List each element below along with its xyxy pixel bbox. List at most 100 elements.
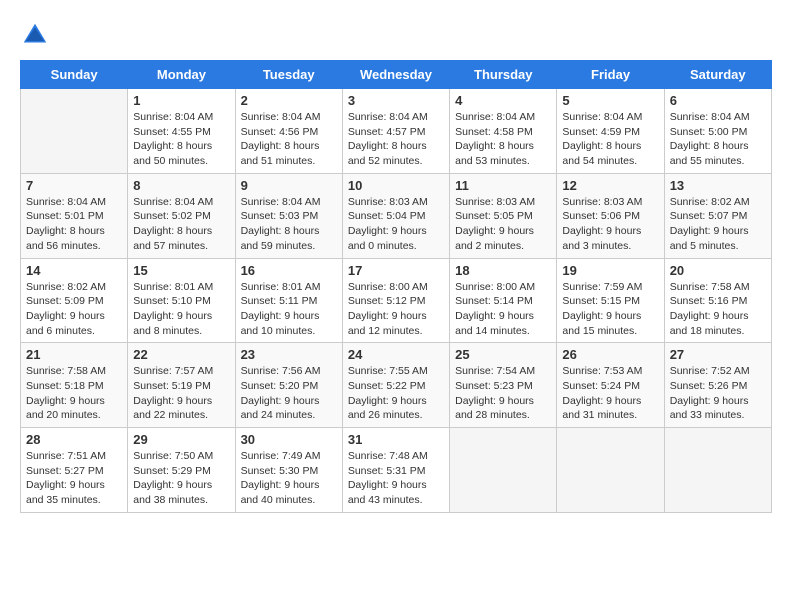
day-cell: 4 Sunrise: 8:04 AMSunset: 4:58 PMDaylight… [450, 89, 557, 174]
day-cell: 29 Sunrise: 7:50 AMSunset: 5:29 PMDayligh… [128, 428, 235, 513]
day-info: Sunrise: 8:01 AMSunset: 5:11 PMDaylight:… [241, 280, 337, 339]
day-cell: 18Sunrise: 8:00 AMSunset: 5:14 PMDayligh… [450, 258, 557, 343]
day-info: Sunrise: 8:03 AMSunset: 5:04 PMDaylight:… [348, 195, 444, 254]
day-number: 26 [562, 347, 658, 362]
day-cell: 20 Sunrise: 7:58 AMSunset: 5:16 PMDayligh… [664, 258, 771, 343]
day-info: Sunrise: 7:56 AMSunset: 5:20 PMDaylight:… [241, 364, 337, 423]
day-info: Sunrise: 7:53 AMSunset: 5:24 PMDaylight:… [562, 364, 658, 423]
day-number: 24 [348, 347, 444, 362]
header-tuesday: Tuesday [235, 61, 342, 89]
day-info: Sunrise: 8:04 AMSunset: 4:59 PMDaylight:… [562, 110, 658, 169]
day-info: Sunrise: 8:04 AMSunset: 4:56 PMDaylight:… [241, 110, 337, 169]
logo-icon [20, 20, 50, 50]
header-wednesday: Wednesday [342, 61, 449, 89]
day-cell: 23 Sunrise: 7:56 AMSunset: 5:20 PMDayligh… [235, 343, 342, 428]
day-info: Sunrise: 7:50 AMSunset: 5:29 PMDaylight:… [133, 449, 229, 508]
day-cell: 15 Sunrise: 8:01 AMSunset: 5:10 PMDayligh… [128, 258, 235, 343]
week-row-4: 21Sunrise: 7:58 AMSunset: 5:18 PMDayligh… [21, 343, 772, 428]
day-cell: 13Sunrise: 8:02 AMSunset: 5:07 PMDayligh… [664, 173, 771, 258]
day-number: 5 [562, 93, 658, 108]
day-cell: 8Sunrise: 8:04 AMSunset: 5:02 PMDaylight… [128, 173, 235, 258]
day-info: Sunrise: 7:49 AMSunset: 5:30 PMDaylight:… [241, 449, 337, 508]
header-sunday: Sunday [21, 61, 128, 89]
day-cell: 24 Sunrise: 7:55 AMSunset: 5:22 PMDayligh… [342, 343, 449, 428]
week-row-5: 28 Sunrise: 7:51 AMSunset: 5:27 PMDayligh… [21, 428, 772, 513]
day-number: 10 [348, 178, 444, 193]
day-info: Sunrise: 8:02 AMSunset: 5:07 PMDaylight:… [670, 195, 766, 254]
week-row-3: 14Sunrise: 8:02 AMSunset: 5:09 PMDayligh… [21, 258, 772, 343]
day-info: Sunrise: 7:57 AMSunset: 5:19 PMDaylight:… [133, 364, 229, 423]
day-cell: 10 Sunrise: 8:03 AMSunset: 5:04 PMDayligh… [342, 173, 449, 258]
day-info: Sunrise: 8:04 AMSunset: 4:55 PMDaylight:… [133, 110, 229, 169]
day-info: Sunrise: 8:01 AMSunset: 5:10 PMDaylight:… [133, 280, 229, 339]
day-number: 2 [241, 93, 337, 108]
day-info: Sunrise: 8:04 AMSunset: 4:57 PMDaylight:… [348, 110, 444, 169]
day-cell: 9 Sunrise: 8:04 AMSunset: 5:03 PMDaylight… [235, 173, 342, 258]
day-number: 12 [562, 178, 658, 193]
day-number: 31 [348, 432, 444, 447]
day-info: Sunrise: 8:04 AMSunset: 5:03 PMDaylight:… [241, 195, 337, 254]
day-number: 25 [455, 347, 551, 362]
day-number: 9 [241, 178, 337, 193]
logo [20, 20, 52, 50]
day-cell: 19 Sunrise: 7:59 AMSunset: 5:15 PMDayligh… [557, 258, 664, 343]
day-info: Sunrise: 7:51 AMSunset: 5:27 PMDaylight:… [26, 449, 122, 508]
day-info: Sunrise: 7:59 AMSunset: 5:15 PMDaylight:… [562, 280, 658, 339]
day-cell: 12 Sunrise: 8:03 AMSunset: 5:06 PMDayligh… [557, 173, 664, 258]
day-cell: 17Sunrise: 8:00 AMSunset: 5:12 PMDayligh… [342, 258, 449, 343]
day-number: 19 [562, 263, 658, 278]
day-cell: 6 Sunrise: 8:04 AMSunset: 5:00 PMDaylight… [664, 89, 771, 174]
day-cell: 11 Sunrise: 8:03 AMSunset: 5:05 PMDayligh… [450, 173, 557, 258]
day-info: Sunrise: 8:04 AMSunset: 5:01 PMDaylight:… [26, 195, 122, 254]
day-cell: 1 Sunrise: 8:04 AMSunset: 4:55 PMDaylight… [128, 89, 235, 174]
day-cell: 16 Sunrise: 8:01 AMSunset: 5:11 PMDayligh… [235, 258, 342, 343]
header-thursday: Thursday [450, 61, 557, 89]
header-monday: Monday [128, 61, 235, 89]
day-info: Sunrise: 7:52 AMSunset: 5:26 PMDaylight:… [670, 364, 766, 423]
day-number: 29 [133, 432, 229, 447]
day-cell: 3Sunrise: 8:04 AMSunset: 4:57 PMDaylight… [342, 89, 449, 174]
day-cell: 27Sunrise: 7:52 AMSunset: 5:26 PMDayligh… [664, 343, 771, 428]
day-cell: 14Sunrise: 8:02 AMSunset: 5:09 PMDayligh… [21, 258, 128, 343]
day-number: 23 [241, 347, 337, 362]
day-cell: 31 Sunrise: 7:48 AMSunset: 5:31 PMDayligh… [342, 428, 449, 513]
day-info: Sunrise: 8:03 AMSunset: 5:05 PMDaylight:… [455, 195, 551, 254]
header-saturday: Saturday [664, 61, 771, 89]
day-info: Sunrise: 8:04 AMSunset: 5:00 PMDaylight:… [670, 110, 766, 169]
header-row: SundayMondayTuesdayWednesdayThursdayFrid… [21, 61, 772, 89]
day-number: 18 [455, 263, 551, 278]
day-number: 21 [26, 347, 122, 362]
day-info: Sunrise: 7:55 AMSunset: 5:22 PMDaylight:… [348, 364, 444, 423]
day-cell: 2 Sunrise: 8:04 AMSunset: 4:56 PMDaylight… [235, 89, 342, 174]
day-cell: 25 Sunrise: 7:54 AMSunset: 5:23 PMDayligh… [450, 343, 557, 428]
day-info: Sunrise: 7:48 AMSunset: 5:31 PMDaylight:… [348, 449, 444, 508]
day-number: 1 [133, 93, 229, 108]
day-cell: 21Sunrise: 7:58 AMSunset: 5:18 PMDayligh… [21, 343, 128, 428]
day-number: 16 [241, 263, 337, 278]
day-number: 11 [455, 178, 551, 193]
day-info: Sunrise: 7:58 AMSunset: 5:16 PMDaylight:… [670, 280, 766, 339]
day-number: 6 [670, 93, 766, 108]
week-row-1: 1 Sunrise: 8:04 AMSunset: 4:55 PMDaylight… [21, 89, 772, 174]
header-friday: Friday [557, 61, 664, 89]
day-info: Sunrise: 8:04 AMSunset: 4:58 PMDaylight:… [455, 110, 551, 169]
day-number: 7 [26, 178, 122, 193]
day-info: Sunrise: 8:02 AMSunset: 5:09 PMDaylight:… [26, 280, 122, 339]
day-number: 22 [133, 347, 229, 362]
day-number: 28 [26, 432, 122, 447]
day-info: Sunrise: 8:03 AMSunset: 5:06 PMDaylight:… [562, 195, 658, 254]
day-cell [21, 89, 128, 174]
day-cell: 5 Sunrise: 8:04 AMSunset: 4:59 PMDaylight… [557, 89, 664, 174]
day-cell [664, 428, 771, 513]
day-number: 30 [241, 432, 337, 447]
day-cell [450, 428, 557, 513]
day-cell: 22 Sunrise: 7:57 AMSunset: 5:19 PMDayligh… [128, 343, 235, 428]
page-header [20, 20, 772, 50]
week-row-2: 7 Sunrise: 8:04 AMSunset: 5:01 PMDaylight… [21, 173, 772, 258]
day-number: 20 [670, 263, 766, 278]
day-cell: 26 Sunrise: 7:53 AMSunset: 5:24 PMDayligh… [557, 343, 664, 428]
day-number: 4 [455, 93, 551, 108]
day-number: 15 [133, 263, 229, 278]
day-number: 17 [348, 263, 444, 278]
day-info: Sunrise: 7:54 AMSunset: 5:23 PMDaylight:… [455, 364, 551, 423]
